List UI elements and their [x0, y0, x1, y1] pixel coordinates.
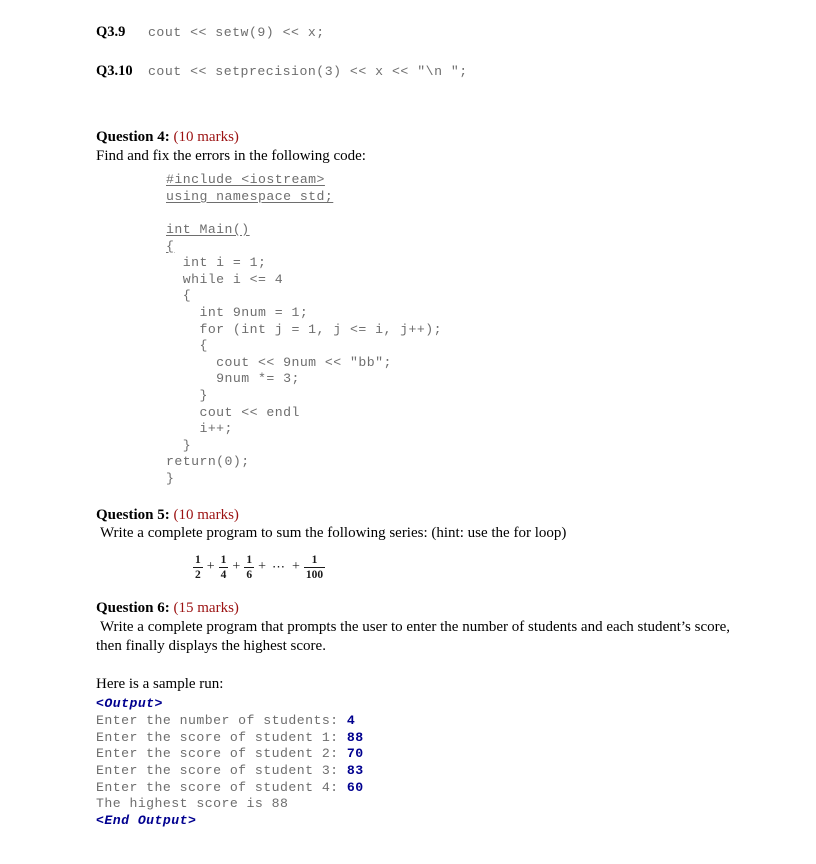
question-4-heading: Question 4: (10 marks)	[96, 128, 756, 147]
code-line: using namespace std;	[166, 188, 334, 204]
fraction-bar	[303, 566, 326, 568]
code-line: for (int j = 1, j <= i, j++);	[166, 321, 443, 337]
question-5-heading: Question 5: (10 marks)	[96, 506, 756, 525]
output-line: Enter the number of students: 4	[96, 713, 756, 730]
output-prompt-text: Enter the number of students:	[96, 712, 347, 728]
code-line: int 9num = 1;	[166, 305, 309, 320]
output-entered-value: 70	[346, 746, 364, 762]
question-5-prompt: Write a complete program to sum the foll…	[100, 525, 567, 542]
output-prompt-text: Enter the score of student 2:	[96, 746, 347, 762]
fraction-denominator: 6	[246, 568, 253, 581]
question-5-title: Question 5:	[96, 506, 170, 523]
output-entered-value: 83	[346, 762, 364, 778]
output-entered-value: 60	[346, 779, 364, 795]
output-open-tag: <Output>	[96, 696, 163, 712]
fraction-term: 16	[244, 553, 255, 581]
code-line: return(0);	[166, 454, 250, 470]
code-line: cout << endl	[166, 404, 300, 420]
question-6-heading: Question 6: (15 marks)	[96, 599, 756, 618]
question-4-code-block: #include <iostream> using namespace std; …	[166, 172, 756, 487]
plus-operator: +	[206, 559, 215, 575]
sample-output-block: <Output> Enter the number of students: 4E…	[96, 696, 756, 830]
question-6-prompt-line-2: then finally displays the highest score.	[96, 638, 326, 655]
code-line: {	[166, 288, 192, 304]
code-line: cout << 9num << "bb";	[166, 354, 392, 370]
output-line: Enter the score of student 2: 70	[96, 746, 756, 763]
output-prompt-text: Enter the score of student 4:	[96, 779, 347, 795]
plus-operator: +	[291, 559, 300, 575]
output-entered-value: 88	[346, 729, 364, 745]
question-5-series-formula: 1 2 +1 4 +1 6 + ⋯ +1 100	[192, 554, 756, 581]
output-line: Enter the score of student 3: 83	[96, 763, 756, 780]
code-line: i++;	[166, 421, 233, 437]
output-prompt-text: Enter the score of student 3:	[96, 762, 347, 778]
exercise-row-q3-10: Q3.10 cout << setprecision(3) << x << "\…	[96, 63, 756, 80]
question-6-marks: (15 marks)	[173, 599, 239, 616]
code-line: }	[166, 387, 208, 403]
plus-operator: +	[258, 559, 266, 575]
code-line: int Main()	[166, 222, 250, 238]
question-5-marks: (10 marks)	[173, 506, 239, 523]
code-line: {	[166, 238, 175, 254]
question-4-marks: (10 marks)	[173, 129, 239, 145]
code-line: }	[166, 470, 175, 486]
ellipsis: ⋯	[271, 559, 286, 575]
fraction-bar	[193, 566, 203, 568]
code-line: 9num *= 3;	[166, 371, 300, 387]
fraction-denominator: 100	[305, 568, 324, 581]
fraction-numerator: 1	[195, 553, 201, 566]
code-line: {	[166, 338, 208, 354]
code-line: #include <iostream>	[166, 172, 325, 188]
exercise-label: Q3.10	[96, 63, 133, 79]
question-4-prompt: Find and fix the errors in the following…	[96, 147, 366, 164]
fraction-term: 1 100	[303, 553, 326, 581]
fraction-term: 14	[218, 553, 229, 581]
exercise-code: cout << setprecision(3) << x << "\n ";	[148, 64, 468, 79]
fraction-bar	[244, 566, 255, 568]
plus-operator: +	[232, 559, 241, 575]
question-6-prompt-line-1: Write a complete program that prompts th…	[100, 618, 731, 635]
code-line: int i = 1;	[166, 255, 267, 271]
fraction-numerator: 1	[311, 553, 318, 566]
sample-run-intro: Here is a sample run:	[96, 675, 224, 692]
fraction-bar	[218, 566, 229, 568]
exercise-row-q3-9: Q3.9 cout << setw(9) << x;	[96, 24, 756, 41]
code-line: }	[166, 437, 192, 453]
fraction-term: 12	[193, 554, 203, 581]
fraction-denominator: 4	[220, 568, 227, 581]
fraction-numerator: 1	[220, 553, 227, 566]
question-4-title: Question 4:	[96, 129, 170, 145]
page-content: Q3.9 cout << setw(9) << x; Q3.10 cout <<…	[96, 24, 756, 830]
output-prompt-text: Enter the score of student 1:	[96, 729, 347, 745]
document-page: Q3.9 cout << setw(9) << x; Q3.10 cout <<…	[0, 0, 816, 864]
question-6-title: Question 6:	[96, 599, 170, 616]
output-close-tag: <End Output>	[96, 813, 197, 829]
fraction-numerator: 1	[246, 553, 253, 566]
output-entered-value: 4	[346, 712, 356, 728]
output-line: Enter the score of student 4: 60	[96, 780, 756, 797]
output-line: Enter the score of student 1: 88	[96, 730, 756, 747]
output-result-line: The highest score is 88	[96, 796, 289, 812]
fraction-denominator: 2	[195, 568, 201, 581]
code-line: while i <= 4	[166, 271, 284, 287]
exercise-code: cout << setw(9) << x;	[148, 25, 325, 40]
exercise-label: Q3.9	[96, 24, 126, 40]
